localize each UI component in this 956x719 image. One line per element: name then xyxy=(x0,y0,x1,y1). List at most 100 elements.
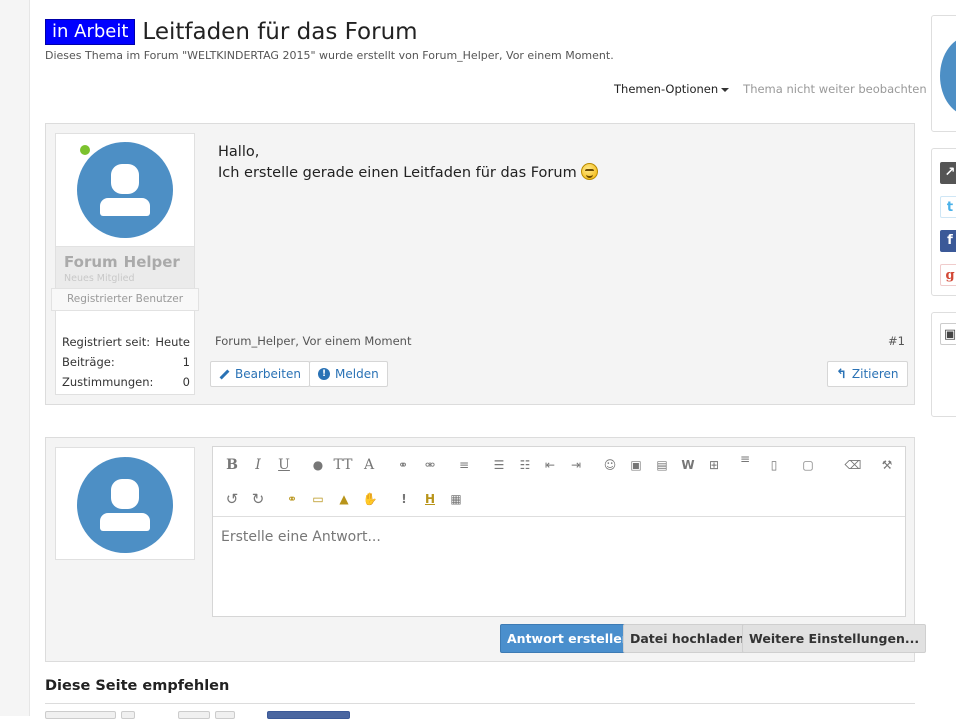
left-gutter xyxy=(0,0,30,716)
share-page-title: Diese Seite empfehlen xyxy=(45,678,230,694)
upload-file-button[interactable]: Datei hochladen xyxy=(623,624,752,653)
caret-down-icon xyxy=(721,87,730,92)
user-title: Neues Mitglied xyxy=(64,273,135,284)
stat-value: Heute xyxy=(155,335,190,349)
thread-tools: Themen-Optionen Thema nicht weiter beoba… xyxy=(614,82,927,96)
alert-icon: ! xyxy=(318,368,330,380)
thread-title-row: in Arbeit Leitfaden für das Forum xyxy=(45,18,418,46)
user-rank-banner: Registrierter Benutzer xyxy=(51,288,199,311)
quote-button-label: Zitieren xyxy=(851,367,899,381)
exclamation-icon[interactable]: ! xyxy=(394,489,414,509)
report-button-label: Melden xyxy=(335,367,379,381)
rich-text-editor: B I U ● TT A ⚭ ⚮ ≡ ☰ ☷ ⇤ ⇥ ☺ ▣ ▤ W ⊞ ≡ ▯… xyxy=(212,446,906,617)
stat-value: 0 xyxy=(182,375,190,389)
unlink-icon[interactable]: ⚮ xyxy=(420,455,440,475)
message: Forum Helper Neues Mitglied Registrierter… xyxy=(45,123,915,405)
underline-icon[interactable]: U xyxy=(274,455,294,475)
facebook-icon[interactable]: f xyxy=(940,230,956,252)
twitter-icon[interactable]: t xyxy=(940,196,956,218)
sidebar-info-panel: ▣ xyxy=(931,312,956,417)
quick-reply: B I U ● TT A ⚭ ⚮ ≡ ☰ ☷ ⇤ ⇥ ☺ ▣ ▤ W ⊞ ≡ ▯… xyxy=(45,437,927,662)
report-button[interactable]: ! Melden xyxy=(309,361,388,387)
remove-format-icon[interactable]: ⌫ xyxy=(843,455,863,475)
thread-options-label: Themen-Optionen xyxy=(614,82,719,96)
divider xyxy=(45,703,915,704)
stat-label: Zustimmungen: xyxy=(62,375,154,389)
bullet-list-icon[interactable]: ☰ xyxy=(489,455,509,475)
image-icon[interactable]: ▣ xyxy=(626,455,646,475)
bbcode-link-icon[interactable]: ⚭ xyxy=(282,489,302,509)
template-icon[interactable]: ▯ xyxy=(764,455,784,475)
bbcode-triangle-icon[interactable]: ▲ xyxy=(334,489,354,509)
outdent-icon[interactable]: ⇤ xyxy=(540,455,560,475)
grin-smiley-icon xyxy=(580,163,598,180)
font-family-icon[interactable]: A xyxy=(359,455,379,475)
wikipedia-icon[interactable]: W xyxy=(678,455,698,475)
window-icon[interactable]: ▣ xyxy=(940,323,956,345)
submit-reply-button[interactable]: Antwort erstellen xyxy=(500,624,638,653)
stat-row: Zustimmungen: 0 xyxy=(62,372,190,392)
more-options-button[interactable]: Weitere Einstellungen... xyxy=(742,624,927,653)
sidebar-visitor-panel xyxy=(931,15,956,132)
share-button[interactable] xyxy=(178,711,210,719)
redo-icon[interactable]: ↻ xyxy=(248,489,268,509)
pencil-icon xyxy=(219,369,230,379)
quote-button[interactable]: ↰ Zitieren xyxy=(827,361,908,387)
settings-icon[interactable]: ⚒ xyxy=(877,455,897,475)
font-size-icon[interactable]: TT xyxy=(333,455,353,475)
text-color-icon[interactable]: ● xyxy=(308,455,328,475)
post-number-link[interactable]: #1 xyxy=(888,334,905,348)
avatar xyxy=(77,457,173,553)
thread-prefix-badge[interactable]: in Arbeit xyxy=(45,19,136,45)
indent-icon[interactable]: ⇥ xyxy=(566,455,586,475)
reply-arrow-icon: ↰ xyxy=(836,366,847,382)
smilies-icon[interactable]: ☺ xyxy=(600,455,620,475)
numbered-list-icon[interactable]: ☷ xyxy=(515,455,535,475)
media-icon[interactable]: ▤ xyxy=(652,455,672,475)
google-plus-icon[interactable]: g xyxy=(940,264,956,286)
table-icon[interactable]: ▦ xyxy=(446,489,466,509)
reply-user-card xyxy=(55,447,195,560)
user-stats: Registriert seit: Heute Beiträge: 1 Zustim… xyxy=(62,332,190,392)
heading-icon[interactable]: H xyxy=(420,489,440,509)
message-text: Hallo, Ich erstelle gerade einen Leitfad… xyxy=(218,142,598,184)
avatar-body-shape xyxy=(100,198,150,216)
save-draft-icon[interactable]: ▢ xyxy=(798,455,818,475)
facebook-share-button[interactable] xyxy=(267,711,350,719)
thread-options-menu[interactable]: Themen-Optionen xyxy=(614,82,730,96)
link-icon[interactable]: ⚭ xyxy=(393,455,413,475)
align-icon[interactable]: ≡ xyxy=(454,455,474,475)
message-line: Ich erstelle gerade einen Leitfaden für … xyxy=(218,165,577,181)
reply-textarea[interactable]: Erstelle eine Antwort... xyxy=(221,529,381,545)
message-user-info: Forum Helper Neues Mitglied Registrierter… xyxy=(51,133,199,395)
share-icon[interactable]: ↗ xyxy=(940,162,956,184)
insert-icon[interactable]: ⊞ xyxy=(704,455,724,475)
avatar[interactable] xyxy=(940,36,956,116)
sidebar-share-panel: ↗ t f g xyxy=(931,148,956,296)
avatar-body-shape xyxy=(100,513,150,531)
message-meta[interactable]: Forum_Helper, Vor einem Moment xyxy=(215,334,411,348)
username-link[interactable]: Forum Helper xyxy=(64,253,180,271)
message-line: Hallo, xyxy=(218,144,260,160)
avatar-head-shape xyxy=(111,164,139,194)
italic-icon[interactable]: I xyxy=(248,455,268,475)
page-title: Leitfaden für das Forum xyxy=(142,19,418,45)
edit-button-label: Bearbeiten xyxy=(235,367,301,381)
share-button[interactable] xyxy=(121,711,135,719)
share-button[interactable] xyxy=(215,711,235,719)
message-line-with-smiley: Ich erstelle gerade einen Leitfaden für … xyxy=(218,163,598,184)
bbcode-box-icon[interactable]: ▭ xyxy=(308,489,328,509)
bold-icon[interactable]: B xyxy=(222,455,242,475)
drafts-icon[interactable]: ≡ xyxy=(735,449,755,469)
stat-row: Registriert seit: Heute xyxy=(62,332,190,352)
share-button[interactable] xyxy=(45,711,116,719)
stat-label: Registriert seit: xyxy=(62,335,151,349)
stat-value[interactable]: 1 xyxy=(183,352,190,372)
avatar[interactable] xyxy=(77,142,173,238)
unwatch-thread-link[interactable]: Thema nicht weiter beobachten xyxy=(743,82,926,96)
online-status-icon xyxy=(80,145,90,155)
bbcode-hand-icon[interactable]: ✋ xyxy=(360,489,380,509)
edit-button[interactable]: Bearbeiten xyxy=(210,361,310,387)
undo-icon[interactable]: ↺ xyxy=(222,489,242,509)
stat-row: Beiträge: 1 xyxy=(62,352,190,372)
